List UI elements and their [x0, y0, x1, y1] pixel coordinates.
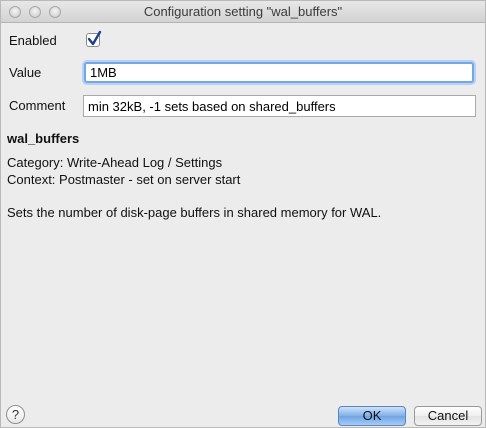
value-input[interactable]	[84, 62, 474, 83]
setting-category: Category: Write-Ahead Log / Settings	[7, 155, 223, 170]
setting-name: wal_buffers	[7, 131, 80, 146]
enabled-checkbox[interactable]	[86, 30, 102, 47]
enabled-label: Enabled	[9, 33, 57, 48]
comment-input[interactable]	[83, 95, 476, 117]
value-label: Value	[9, 65, 42, 80]
help-button[interactable]: ?	[6, 405, 25, 424]
ok-button[interactable]: OK	[338, 406, 406, 426]
checkmark-icon	[87, 30, 102, 46]
window-title: Configuration setting "wal_buffers"	[143, 4, 343, 19]
title-bar[interactable]: Configuration setting "wal_buffers"	[1, 1, 485, 23]
setting-description: Sets the number of disk-page buffers in …	[7, 205, 382, 220]
dialog-window: Configuration setting "wal_buffers" Enab…	[0, 0, 486, 428]
cancel-button[interactable]: Cancel	[414, 406, 482, 426]
comment-label: Comment	[9, 98, 66, 113]
setting-context: Context: Postmaster - set on server star…	[7, 172, 241, 187]
